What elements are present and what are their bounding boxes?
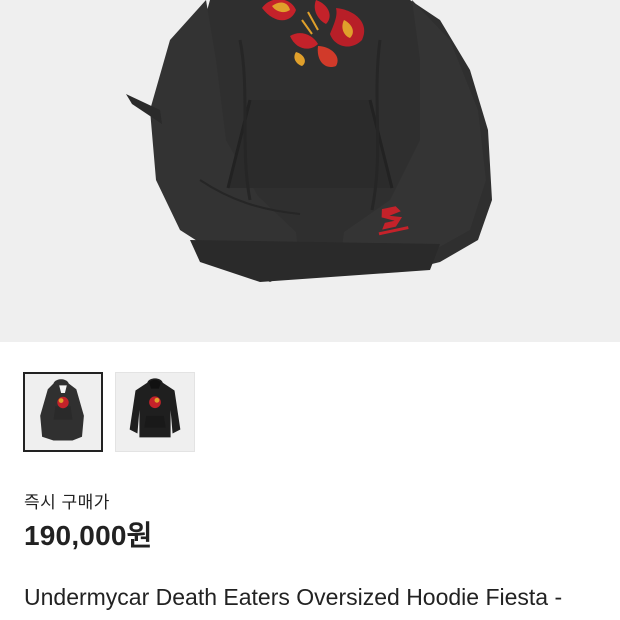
product-page: 즉시 구매가 190,000원 Undermycar Death Eaters … bbox=[0, 0, 620, 620]
product-main-image[interactable] bbox=[0, 0, 620, 342]
thumbnail-flat[interactable] bbox=[115, 372, 195, 452]
hoodie-photo-worn bbox=[25, 374, 101, 450]
price-label: 즉시 구매가 bbox=[24, 493, 110, 512]
product-title: Undermycar Death Eaters Oversized Hoodie… bbox=[24, 584, 563, 620]
hoodie-photo-flat bbox=[116, 373, 194, 451]
thumbnail-list bbox=[23, 372, 195, 452]
thumbnail-worn[interactable] bbox=[23, 372, 103, 452]
hoodie-photo bbox=[126, 0, 492, 282]
price-value: 190,000원 bbox=[24, 520, 153, 551]
